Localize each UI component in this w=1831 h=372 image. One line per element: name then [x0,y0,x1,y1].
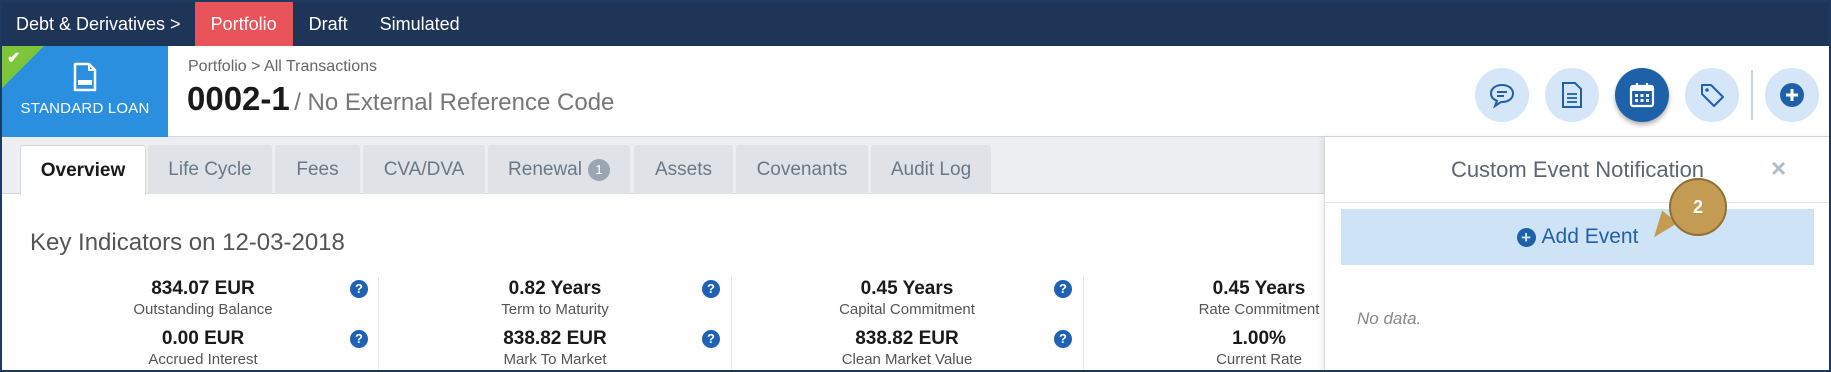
indicator-outstanding-balance: 834.07 EUR Outstanding Balance [28,277,378,323]
help-icon[interactable]: ? [1054,280,1072,298]
calendar-button[interactable] [1615,68,1669,122]
comment-button[interactable] [1475,68,1529,122]
indicator-label: Clean Market Value [841,351,973,368]
calendar-icon [1629,83,1655,108]
plus-circle-icon: + [1516,227,1536,247]
indicator-divider [378,277,379,370]
panel-title: Custom Event Notification [1450,157,1705,182]
tab-cva-dva[interactable]: CVA/DVA [363,145,485,194]
indicator-value: 834.07 EUR [151,278,255,299]
transaction-code: 0002-1 [187,80,290,117]
check-icon: ✔ [7,50,21,67]
nav-tab-draft[interactable]: Draft [293,2,364,46]
add-button[interactable] [1765,68,1819,122]
key-indicators-title: Key Indicators on 12-03-2018 [30,229,345,256]
indicator-value: 0.45 Years [860,278,954,299]
help-icon[interactable]: ? [702,330,720,348]
indicator-mark-to-market: 838.82 EUR Mark To Market [380,327,730,370]
indicator-value: 838.82 EUR [855,328,959,349]
app-window: Debt & Derivatives > Portfolio Draft Sim… [0,0,1831,372]
tab-renewal[interactable]: Renewal 1 [488,145,630,194]
indicator-label: Outstanding Balance [133,301,273,318]
indicator-label: Capital Commitment [839,301,975,318]
indicator-term-to-maturity: 0.82 Years Term to Maturity [380,277,730,323]
indicator-value: 0.82 Years [508,278,602,299]
help-icon[interactable]: ? [1054,330,1072,348]
tag-button[interactable] [1685,68,1739,122]
comment-icon [1489,83,1515,109]
empty-state-text: No data. [1357,309,1422,328]
indicator-value: 838.82 EUR [503,328,607,349]
panel-divider [1325,202,1829,203]
nav-breadcrumb[interactable]: Debt & Derivatives > [2,2,195,46]
tab-overview[interactable]: Overview [20,145,146,195]
renewal-count-badge: 1 [587,158,610,181]
tab-audit-log[interactable]: Audit Log [871,145,991,194]
loan-document-icon [73,62,97,92]
indicator-label: Accrued Interest [148,351,258,368]
header-divider [1751,70,1753,120]
tag-icon [1701,84,1724,107]
callout-badge: 2 [1669,178,1727,236]
document-icon [1562,82,1582,108]
help-icon[interactable]: ? [350,330,368,348]
nav-tab-portfolio[interactable]: Portfolio [194,2,293,46]
indicator-capital-commitment: 0.45 Years Capital Commitment [732,277,1082,323]
tab-renewal-label: Renewal [508,158,582,180]
close-icon[interactable]: × [1771,153,1786,184]
page-title: 0002-1 / No External Reference Code [187,80,614,118]
add-event-label: Add Event [1541,225,1639,248]
indicator-value: 0.00 EUR [161,328,245,349]
tab-covenants[interactable]: Covenants [736,145,868,194]
indicator-label: Term to Maturity [501,301,609,318]
event-notification-panel: Custom Event Notification × + Add Event … [1324,137,1829,370]
nav-tab-simulated[interactable]: Simulated [364,2,476,46]
transaction-header: ✔ STANDARD LOAN Portfolio > All Transact… [2,46,1829,137]
document-button[interactable] [1545,68,1599,122]
loan-type-badge: ✔ STANDARD LOAN [2,46,168,137]
loan-type-label: STANDARD LOAN [20,100,150,117]
tab-fees[interactable]: Fees [275,145,360,194]
tab-bar: Overview Life Cycle Fees CVA/DVA Renewal… [2,137,1324,195]
add-event-button[interactable]: + Add Event [1341,209,1814,265]
external-reference: / No External Reference Code [294,89,615,116]
breadcrumb[interactable]: Portfolio > All Transactions [188,58,377,76]
indicator-label: Mark To Market [503,351,607,368]
tab-life-cycle[interactable]: Life Cycle [148,145,272,194]
help-icon[interactable]: ? [702,280,720,298]
indicator-clean-market-value: 838.82 EUR Clean Market Value [732,327,1082,370]
help-icon[interactable]: ? [350,280,368,298]
plus-circle-icon [1780,83,1804,107]
top-nav: Debt & Derivatives > Portfolio Draft Sim… [2,2,1829,46]
tab-assets[interactable]: Assets [634,145,733,194]
indicator-accrued-interest: 0.00 EUR Accrued Interest [28,327,378,370]
